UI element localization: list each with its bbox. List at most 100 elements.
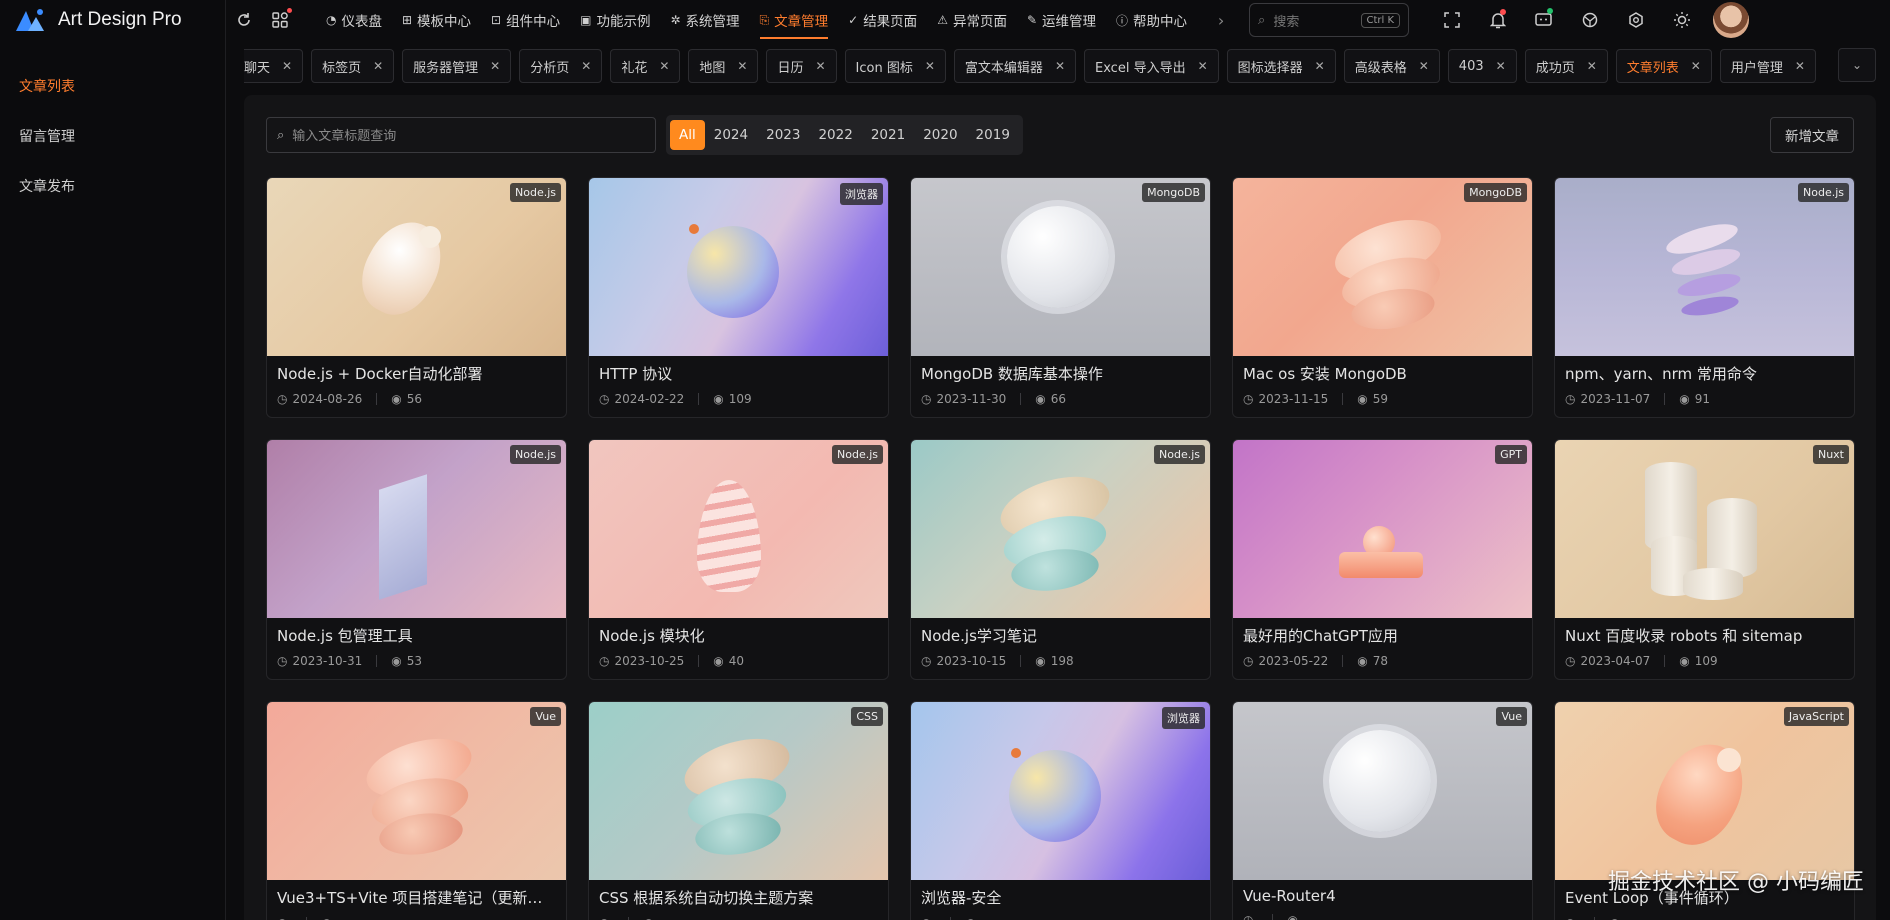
tab-servers[interactable]: 服务器管理 ✕ (402, 49, 512, 83)
article-cover: Nuxt (1555, 440, 1854, 618)
tab-icon-picker[interactable]: 图标选择器 ✕ (1226, 49, 1336, 83)
tab-analysis[interactable]: 分析页 ✕ (519, 49, 603, 83)
nav-examples[interactable]: ▣ 功能示例 (570, 0, 660, 40)
article-card[interactable]: Node.js Node.js 模块化 ◷ 2023-10-25 ◉ 40 (588, 439, 889, 680)
close-icon[interactable]: ✕ (1795, 59, 1805, 73)
article-card[interactable]: CSS CSS 根据系统自动切换主题方案 ◷ ◉ (588, 701, 889, 920)
article-card[interactable]: MongoDB Mac os 安装 MongoDB ◷ 2023-11-15 ◉ 5… (1232, 177, 1533, 418)
tab-users[interactable]: 用户管理 ✕ (1719, 49, 1816, 83)
nav-system[interactable]: ✲ 系统管理 (660, 0, 749, 40)
tab-map[interactable]: 地图 ✕ (688, 49, 759, 83)
close-icon[interactable]: ✕ (925, 59, 935, 73)
close-icon[interactable]: ✕ (282, 59, 292, 73)
year-all[interactable]: All (670, 120, 705, 150)
close-icon[interactable]: ✕ (1419, 59, 1429, 73)
user-avatar[interactable] (1713, 2, 1750, 38)
article-title: Node.js 模块化 (599, 627, 705, 645)
category-tag: Node.js (832, 445, 883, 464)
article-card[interactable]: 浏览器 浏览器-安全 ◷ ◉ (910, 701, 1211, 920)
eye-icon: ◉ (713, 654, 724, 668)
close-icon[interactable]: ✕ (1587, 59, 1597, 73)
article-card[interactable]: MongoDB MongoDB 数据库基本操作 ◷ 2023-11-30 ◉ 66 (910, 177, 1211, 418)
article-meta: ◷ 2024-08-26 ◉ 56 (277, 392, 422, 406)
article-card[interactable]: Vue Vue3+TS+Vite 项目搭建笔记（更新… ◷ ◉ (266, 701, 567, 920)
sidebar-item-comments[interactable]: 留言管理 (0, 112, 225, 162)
article-card[interactable]: GPT 最好用的ChatGPT应用 ◷ 2023-05-22 ◉ 78 (1232, 439, 1533, 680)
category-tag: Vue (530, 707, 561, 726)
year-2019[interactable]: 2019 (967, 120, 1019, 150)
article-title: Mac os 安装 MongoDB (1243, 365, 1407, 383)
article-card[interactable]: 浏览器 HTTP 协议 ◷ 2024-02-22 ◉ 109 (588, 177, 889, 418)
bell-icon[interactable] (1475, 0, 1521, 40)
language-icon[interactable] (1567, 0, 1613, 40)
clock-icon: ◷ (599, 392, 610, 406)
nav-help[interactable]: ⓘ 帮助中心 (1106, 0, 1197, 40)
article-card[interactable]: Node.js Node.js 包管理工具 ◷ 2023-10-31 ◉ 53 (266, 439, 567, 680)
global-search[interactable]: ⌕ 搜索 Ctrl K (1249, 3, 1410, 37)
fullscreen-icon[interactable] (1429, 0, 1475, 40)
nav-articles[interactable]: ⎘ 文章管理 (750, 0, 839, 40)
nav-ops[interactable]: ✎ 运维管理 (1017, 0, 1106, 40)
logo[interactable]: Art Design Pro (0, 0, 225, 40)
refresh-icon[interactable] (226, 0, 262, 40)
article-title: npm、yarn、nrm 常用命令 (1565, 365, 1757, 383)
close-icon[interactable]: ✕ (581, 59, 591, 73)
close-icon[interactable]: ✕ (815, 59, 825, 73)
article-card[interactable]: Node.js npm、yarn、nrm 常用命令 ◷ 2023-11-07 ◉ 9… (1554, 177, 1855, 418)
nav-components[interactable]: ⊡ 组件中心 (481, 0, 570, 40)
tab-chat[interactable]: 聊天 ✕ (244, 49, 304, 83)
year-2020[interactable]: 2020 (914, 120, 966, 150)
gear-icon[interactable] (1613, 0, 1659, 40)
close-icon[interactable]: ✕ (373, 59, 383, 73)
close-icon[interactable]: ✕ (737, 59, 747, 73)
sidebar-item-publish[interactable]: 文章发布 (0, 162, 225, 212)
article-meta: ◷ ◉ (1233, 905, 1532, 920)
nav-results[interactable]: ✓ 结果页面 (838, 0, 927, 40)
chat-icon[interactable] (1521, 0, 1567, 40)
tab-tabs[interactable]: 标签页 ✕ (311, 49, 395, 83)
article-cover: Node.js (589, 440, 888, 618)
article-search[interactable]: ⌕ (266, 117, 656, 153)
sidebar-item-article-list[interactable]: 文章列表 (0, 62, 225, 112)
close-icon[interactable]: ✕ (1198, 59, 1208, 73)
close-icon[interactable]: ✕ (1055, 59, 1065, 73)
tab-rich-editor[interactable]: 富文本编辑器 ✕ (953, 49, 1076, 83)
nav-dashboard[interactable]: ◔ 仪表盘 (316, 0, 392, 40)
close-icon[interactable]: ✕ (1496, 59, 1506, 73)
tab-403[interactable]: 403 ✕ (1447, 49, 1517, 83)
exception-icon: ⚠ (937, 13, 948, 27)
apps-icon[interactable] (262, 0, 298, 40)
article-meta: ◷ 2023-10-25 ◉ 40 (599, 654, 744, 668)
chevron-down-icon[interactable]: ⌄ (1838, 48, 1876, 82)
article-meta: ◷ 2023-11-07 ◉ 91 (1565, 392, 1710, 406)
tab-icons[interactable]: Icon 图标 ✕ (844, 49, 946, 83)
article-search-input[interactable] (292, 127, 645, 143)
tab-advanced-table[interactable]: 高级表格 ✕ (1343, 49, 1440, 83)
category-tag: CSS (851, 707, 883, 726)
close-icon[interactable]: ✕ (1315, 59, 1325, 73)
year-2023[interactable]: 2023 (757, 120, 809, 150)
tab-success[interactable]: 成功页 ✕ (1524, 49, 1608, 83)
year-2021[interactable]: 2021 (862, 120, 914, 150)
eye-icon: ◉ (713, 392, 724, 406)
tab-excel[interactable]: Excel 导入导出 ✕ (1084, 49, 1219, 83)
chevron-right-icon[interactable]: › (1203, 0, 1239, 40)
tab-fireworks[interactable]: 礼花 ✕ (610, 49, 681, 83)
article-card[interactable]: Vue Vue-Router4 ◷ ◉ (1232, 701, 1533, 920)
article-card[interactable]: Node.js Node.js + Docker自动化部署 ◷ 2024-08-2… (266, 177, 567, 418)
sun-icon[interactable] (1659, 0, 1705, 40)
tab-calendar[interactable]: 日历 ✕ (766, 49, 837, 83)
article-card[interactable]: Nuxt Nuxt 百度收录 robots 和 sitemap ◷ 2023-04… (1554, 439, 1855, 680)
year-2024[interactable]: 2024 (705, 120, 757, 150)
article-card[interactable]: Node.js Node.js学习笔记 ◷ 2023-10-15 ◉ 198 (910, 439, 1211, 680)
close-icon[interactable]: ✕ (490, 59, 500, 73)
add-article-button[interactable]: 新增文章 (1770, 117, 1854, 153)
close-icon[interactable]: ✕ (1691, 59, 1701, 73)
tab-article-list[interactable]: 文章列表 ✕ (1615, 49, 1712, 83)
year-2022[interactable]: 2022 (809, 120, 861, 150)
nav-templates[interactable]: ⊞ 模板中心 (392, 0, 481, 40)
close-icon[interactable]: ✕ (659, 59, 669, 73)
nav-exceptions[interactable]: ⚠ 异常页面 (927, 0, 1017, 40)
eye-icon: ◉ (965, 916, 975, 920)
logo-icon (16, 9, 44, 31)
